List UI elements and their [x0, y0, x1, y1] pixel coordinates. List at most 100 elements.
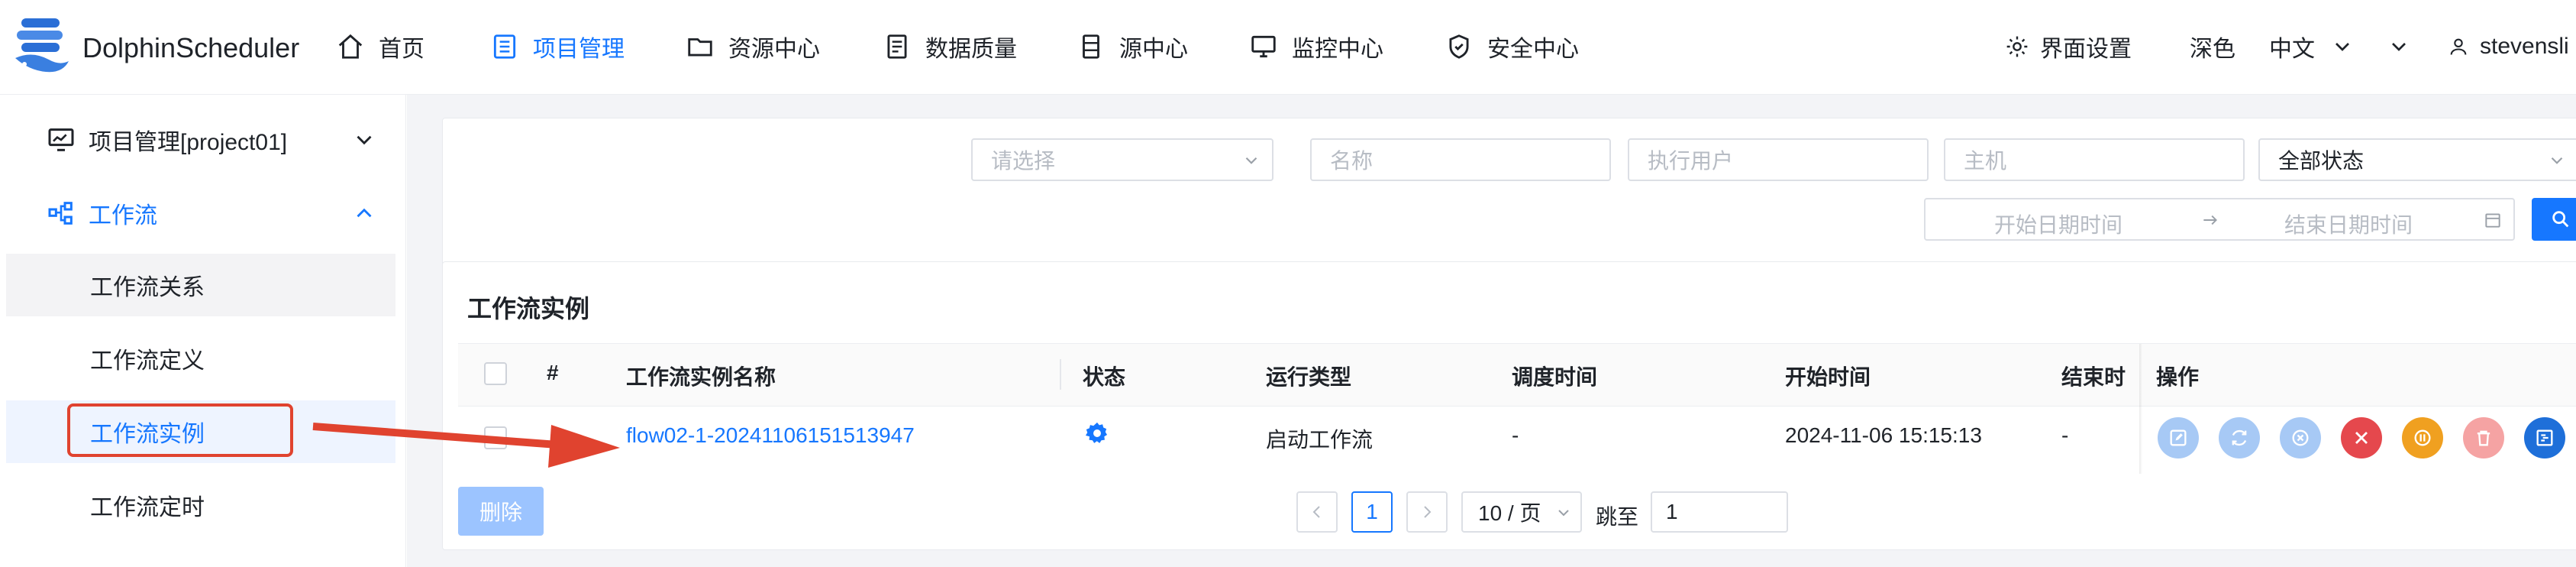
sidebar-workflow-group[interactable]: 工作流	[6, 182, 395, 245]
calendar-icon	[2485, 213, 2500, 228]
sidebar-workflow-label: 工作流	[89, 203, 157, 228]
page-size-select[interactable]: 10 / 页	[1461, 491, 1582, 533]
schedule-time-cell: -	[1512, 423, 1519, 447]
username: stevensli	[2480, 34, 2569, 59]
batch-delete-button[interactable]: 删除	[458, 487, 544, 536]
column-header-status[interactable]: 状态	[1083, 361, 1125, 391]
gantt-icon	[2536, 429, 2553, 446]
monitor-icon	[1251, 35, 1276, 58]
top-header: DolphinScheduler 首页 项目管理 资源中心 数据质量 源中心 监…	[0, 0, 2576, 95]
column-header-name[interactable]: 工作流实例名称	[626, 361, 776, 391]
workflow-icon	[48, 202, 73, 225]
stop-button[interactable]	[2341, 417, 2382, 458]
rerun-button[interactable]	[2219, 417, 2260, 458]
gear-icon	[2006, 36, 2028, 57]
select-all-checkbox[interactable]	[484, 362, 507, 385]
extra-menu-dropdown[interactable]	[2387, 29, 2411, 64]
folder-icon	[688, 38, 712, 57]
chevron-down-icon	[2392, 43, 2406, 51]
nav-project-label: 项目管理	[533, 37, 625, 62]
prev-page-button[interactable]	[1296, 491, 1338, 533]
executor-input[interactable]: 执行用户	[1628, 138, 1929, 181]
datasource-icon	[1083, 34, 1099, 59]
card-title: 工作流实例	[467, 295, 590, 322]
dolphinscheduler-logo[interactable]	[9, 14, 78, 83]
executor-input-placeholder: 执行用户	[1648, 149, 1734, 173]
nav-project[interactable]: 项目管理	[490, 29, 625, 64]
column-header-run-type[interactable]: 运行类型	[1266, 361, 1351, 391]
main-content: 请选择 名称 执行用户 主机 全部状态 开始日期时间 结束日期时间 工作流实例 …	[407, 95, 2576, 567]
language-select[interactable]: 中文	[2269, 29, 2355, 64]
edit-icon	[2170, 429, 2187, 446]
chevron-down-icon	[1558, 510, 1569, 517]
recover-failed-button[interactable]	[2280, 417, 2321, 458]
name-input-placeholder: 名称	[1330, 149, 1374, 173]
user-menu[interactable]: stevensli	[2448, 29, 2569, 64]
end-date-placeholder: 结束日期时间	[2284, 213, 2413, 237]
sidebar-item-workflow-definition[interactable]: 工作流定义	[6, 327, 395, 390]
nav-resource-label: 资源中心	[728, 37, 820, 62]
workflow-select-placeholder: 请选择	[991, 149, 1056, 173]
nav-resource[interactable]: 资源中心	[686, 29, 820, 64]
column-header-end-time[interactable]: 结束时	[2061, 361, 2126, 391]
project-icon	[493, 34, 516, 59]
next-page-button[interactable]	[1406, 491, 1448, 533]
theme-toggle[interactable]: 深色	[2190, 29, 2235, 64]
nav-data-quality[interactable]: 数据质量	[883, 29, 1017, 64]
trash-icon	[2477, 430, 2490, 446]
chevron-down-icon	[1245, 157, 1257, 164]
workflow-instance-table: # 工作流实例名称 状态 运行类型 调度时间 开始时间 结束时 操作 flow0…	[458, 343, 2576, 474]
search-button[interactable]	[2532, 198, 2576, 241]
project-monitor-icon	[48, 128, 74, 151]
language-label: 中文	[2269, 37, 2315, 62]
status-select[interactable]: 全部状态	[2258, 138, 2576, 181]
workflow-select[interactable]: 请选择	[971, 138, 1273, 181]
status-select-value: 全部状态	[2278, 149, 2365, 173]
ui-settings-label: 界面设置	[2040, 37, 2132, 62]
name-input[interactable]: 名称	[1310, 138, 1611, 181]
host-input-placeholder: 主机	[1964, 149, 2007, 173]
sidebar-project-selector[interactable]: 项目管理[project01]	[6, 109, 395, 171]
running-gear-icon	[1085, 422, 1108, 443]
edit-button[interactable]	[2158, 417, 2199, 458]
date-range-picker[interactable]: 开始日期时间 结束日期时间	[1924, 198, 2515, 241]
column-header-schedule-time[interactable]: 调度时间	[1512, 361, 1597, 391]
search-icon	[2552, 211, 2569, 228]
workflow-instance-card: 工作流实例 # 工作流实例名称 状态 运行类型 调度时间 开始时间 结束时 操作	[442, 261, 2576, 550]
workflow-instance-link[interactable]: flow02-1-20241106151513947	[626, 423, 915, 448]
chevron-down-icon	[2336, 43, 2349, 51]
host-input[interactable]: 主机	[1944, 138, 2245, 181]
end-time-cell: -	[2061, 423, 2069, 447]
row-checkbox[interactable]	[484, 426, 507, 449]
nav-security[interactable]: 安全中心	[1445, 29, 1579, 64]
run-type-cell: 启动工作流	[1266, 428, 1374, 452]
start-date-placeholder: 开始日期时间	[1994, 213, 2123, 237]
arrow-right-icon	[2203, 215, 2217, 225]
sidebar-item-label: 工作流定时	[90, 495, 205, 520]
ui-settings-button[interactable]: 界面设置	[2005, 29, 2132, 64]
close-icon	[2355, 432, 2368, 444]
jump-page-input[interactable]: 1	[1651, 491, 1788, 533]
sidebar-item-workflow-relation[interactable]: 工作流关系	[6, 254, 395, 316]
nav-home[interactable]: 首页	[336, 29, 424, 64]
column-header-start-time[interactable]: 开始时间	[1785, 361, 1871, 391]
brand-name[interactable]: DolphinScheduler	[82, 32, 299, 64]
user-icon	[2450, 38, 2467, 55]
nav-datasource[interactable]: 源中心	[1077, 29, 1188, 64]
nav-data-quality-label: 数据质量	[925, 37, 1017, 62]
sidebar-project-label: 项目管理[project01]	[89, 130, 288, 155]
gantt-button[interactable]	[2524, 417, 2565, 458]
theme-label: 深色	[2190, 37, 2235, 62]
chevron-left-icon	[1312, 506, 1320, 518]
chevron-down-icon	[357, 135, 372, 145]
shield-icon	[1449, 34, 1469, 59]
nav-monitor-label: 监控中心	[1292, 37, 1383, 62]
sidebar-item-workflow-timing[interactable]: 工作流定时	[6, 474, 395, 536]
nav-monitor[interactable]: 监控中心	[1249, 29, 1383, 64]
nav-security-label: 安全中心	[1487, 37, 1579, 62]
app-root: DolphinScheduler 首页 项目管理 资源中心 数据质量 源中心 监…	[0, 0, 2576, 567]
column-header-operation: 操作	[2156, 365, 2200, 389]
delete-row-button[interactable]	[2463, 417, 2504, 458]
pause-button[interactable]	[2402, 417, 2443, 458]
page-1-button[interactable]: 1	[1351, 491, 1393, 533]
